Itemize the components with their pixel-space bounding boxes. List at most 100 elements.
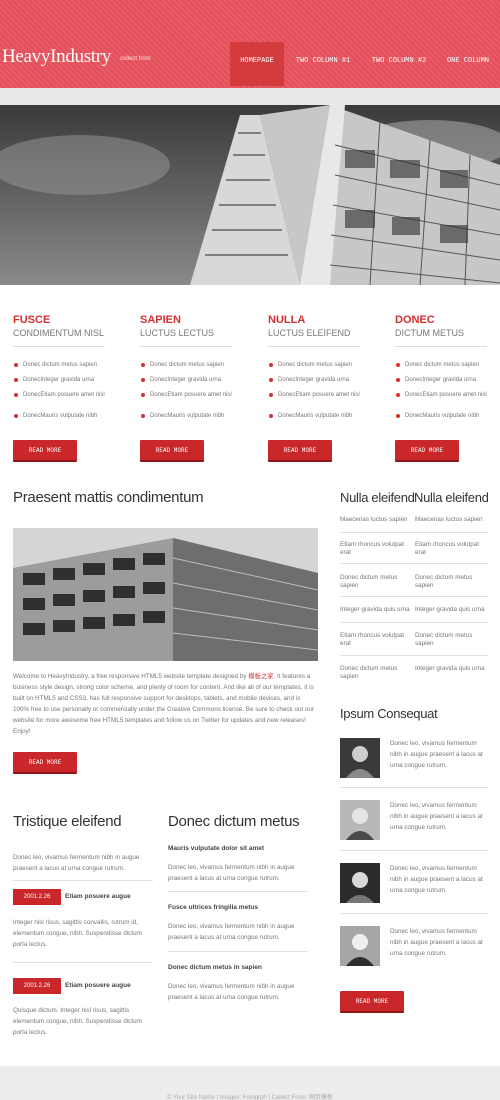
feature-title: NULLA: [268, 314, 306, 326]
feature-title: DONEC: [395, 314, 435, 326]
divider: [168, 951, 308, 952]
divider: [340, 655, 488, 656]
divider: [340, 787, 488, 788]
sidebar-link[interactable]: Integer gravida quis urna: [340, 606, 412, 614]
list-item[interactable]: DonecEtiam posuere amet nisl: [14, 391, 113, 399]
divider: [13, 962, 153, 963]
divider: [340, 596, 488, 597]
list-item[interactable]: DonecMauris vulputate nibh: [14, 412, 113, 420]
testimonial-text: Donec leo, vivamus fermentum nibh in aug…: [390, 928, 483, 957]
header-subbar: [0, 88, 500, 105]
list-item[interactable]: Donec dictum metus sapien: [141, 361, 240, 369]
sidebar-title-a: Nulla eleifend: [340, 490, 415, 505]
donec-item-heading[interactable]: Mauris vulputate dolor sit amet: [168, 845, 264, 852]
donec-item-text: Donec leo, vivamus fermentum nibh in aug…: [168, 983, 295, 1001]
intro-paragraph: Welcome to HeavyIndustry, a free respons…: [13, 671, 318, 737]
date-badge: 2001.2.26: [13, 889, 61, 905]
intro-link[interactable]: 模板之家: [248, 673, 273, 680]
feature-list-2: Donec dictum metus sapien DonecInteger g…: [140, 0, 232, 419]
sidebar-link[interactable]: Integer gravida quis urna: [415, 606, 487, 614]
sidebar-link[interactable]: Integer gravida quis urna: [415, 665, 487, 673]
sidebar-link[interactable]: Donec dictum metus sapien: [415, 574, 487, 590]
post-text: Integer nisl risus, sagittis convallis, …: [13, 919, 142, 948]
donec-item-heading[interactable]: Fusce ultrices fringilla metus: [168, 904, 258, 911]
site-footer: © Your Site Name | Images: Fotogrph | Co…: [0, 1066, 500, 1100]
intro-text-1: Welcome to HeavyIndustry, a free respons…: [13, 673, 249, 680]
donec-item-heading[interactable]: Donec dictum metus in sapien: [168, 964, 262, 971]
divider: [340, 622, 488, 623]
feature-nulla: NULLA LUCTUS ELEIFEND: [268, 314, 360, 347]
sidebar-link[interactable]: Etiam rhoncus volutpat erat: [340, 541, 412, 557]
list-item[interactable]: Donec dictum metus sapien: [269, 361, 368, 369]
list-item[interactable]: Donec dictum metus sapien: [14, 361, 113, 369]
sidebar-link[interactable]: Maecenas luctus sapien: [340, 516, 412, 524]
list-item[interactable]: DonecEtiam posuere amet nisl: [396, 391, 495, 399]
read-more-button[interactable]: READ MORE: [268, 440, 332, 462]
divider: [13, 880, 153, 881]
read-more-button[interactable]: READ MORE: [140, 440, 204, 462]
sidebar-link[interactable]: Donec dictum metus sapien: [415, 632, 487, 648]
divider: [268, 346, 360, 347]
testimonial-text: Donec leo, vivamus fermentum nibh in aug…: [390, 740, 483, 769]
main-nav: HOMEPAGE TWO COLUMN #1 TWO COLUMN #2 ONE…: [0, 0, 500, 88]
read-more-button[interactable]: READ MORE: [13, 752, 77, 774]
list-item[interactable]: Donec dictum metus sapien: [396, 361, 495, 369]
list-item[interactable]: DonecMauris vulputate nibh: [141, 412, 240, 420]
read-more-button[interactable]: READ MORE: [395, 440, 459, 462]
feature-list-3: Donec dictum metus sapien DonecInteger g…: [268, 0, 360, 419]
avatar: [340, 926, 380, 966]
read-more-button[interactable]: READ MORE: [340, 991, 404, 1013]
sidebar-link[interactable]: Etiam rhoncus volutpat erat: [415, 541, 487, 557]
sidebar-link[interactable]: Donec dictum metus sapien: [340, 574, 412, 590]
feature-subtitle: DICTUM METUS: [395, 328, 464, 338]
list-item[interactable]: DonecInteger gravida urna: [141, 376, 240, 384]
feature-subtitle: CONDIMENTUM NISL: [13, 328, 105, 338]
list-item[interactable]: DonecMauris vulputate nibh: [269, 412, 368, 420]
read-more-button[interactable]: READ MORE: [13, 440, 77, 462]
list-item[interactable]: DonecEtiam posuere amet nisl: [269, 391, 368, 399]
feature-subtitle: LUCTUS LECTUS: [140, 328, 215, 338]
list-item[interactable]: DonecEtiam posuere amet nisl: [141, 391, 240, 399]
donec-title: Donec dictum metus: [168, 813, 300, 830]
footer-copyright: © Your Site Name | Images: Fotogrph | Co…: [167, 1095, 333, 1100]
tristique-title: Tristique eleifend: [13, 813, 122, 830]
list-item[interactable]: DonecInteger gravida urna: [396, 376, 495, 384]
post-heading[interactable]: Etiam posuere augue: [65, 982, 131, 989]
divider: [168, 891, 308, 892]
divider: [340, 913, 488, 914]
avatar: [340, 863, 380, 903]
divider: [340, 532, 488, 533]
list-item[interactable]: DonecMauris vulputate nibh: [396, 412, 495, 420]
nav-two-column-2[interactable]: TWO COLUMN #2: [366, 42, 432, 86]
divider: [340, 850, 488, 851]
avatar: [340, 738, 380, 778]
divider: [13, 346, 105, 347]
divider: [140, 346, 232, 347]
ipsum-title: Ipsum Consequat: [340, 706, 438, 721]
post-heading[interactable]: Etiam posuere augue: [65, 893, 131, 900]
nav-two-column-1[interactable]: TWO COLUMN #1: [290, 42, 356, 86]
list-item[interactable]: DonecInteger gravida urna: [14, 376, 113, 384]
feature-sapien: SAPIEN LUCTUS LECTUS: [140, 314, 232, 347]
list-item[interactable]: DonecInteger gravida urna: [269, 376, 368, 384]
nav-homepage[interactable]: HOMEPAGE: [230, 42, 284, 86]
sidebar-link[interactable]: Maecenas luctus sapien: [415, 516, 487, 524]
nav-one-column[interactable]: ONE COLUMN: [440, 42, 496, 86]
feature-title: SAPIEN: [140, 314, 181, 326]
feature-list-1: Donec dictum metus sapien DonecInteger g…: [13, 0, 105, 419]
feature-donec: DONEC DICTUM METUS: [395, 314, 487, 347]
donec-item-text: Donec leo, vivamus fermentum nibh in aug…: [168, 923, 295, 941]
feature-fusce: FUSCE CONDIMENTUM NISL: [13, 314, 105, 347]
testimonial-text: Donec leo, vivamus fermentum nibh in aug…: [390, 802, 483, 831]
post-text: Quisque dictum. Integer nisl risus, sagi…: [13, 1007, 142, 1036]
hero-image: [0, 105, 500, 285]
testimonial-text: Donec leo, vivamus fermentum nibh in aug…: [390, 865, 483, 894]
donec-item-text: Donec leo, vivamus fermentum nibh in aug…: [168, 864, 295, 882]
feature-subtitle: LUCTUS ELEIFEND: [268, 328, 351, 338]
avatar: [340, 800, 380, 840]
sidebar-link[interactable]: Etiam rhoncus volutpat erat: [340, 632, 412, 648]
building-photo: [13, 528, 318, 661]
divider: [395, 346, 487, 347]
main-title: Praesent mattis condimentum: [13, 489, 204, 506]
sidebar-link[interactable]: Donec dictum metus sapien: [340, 665, 412, 681]
